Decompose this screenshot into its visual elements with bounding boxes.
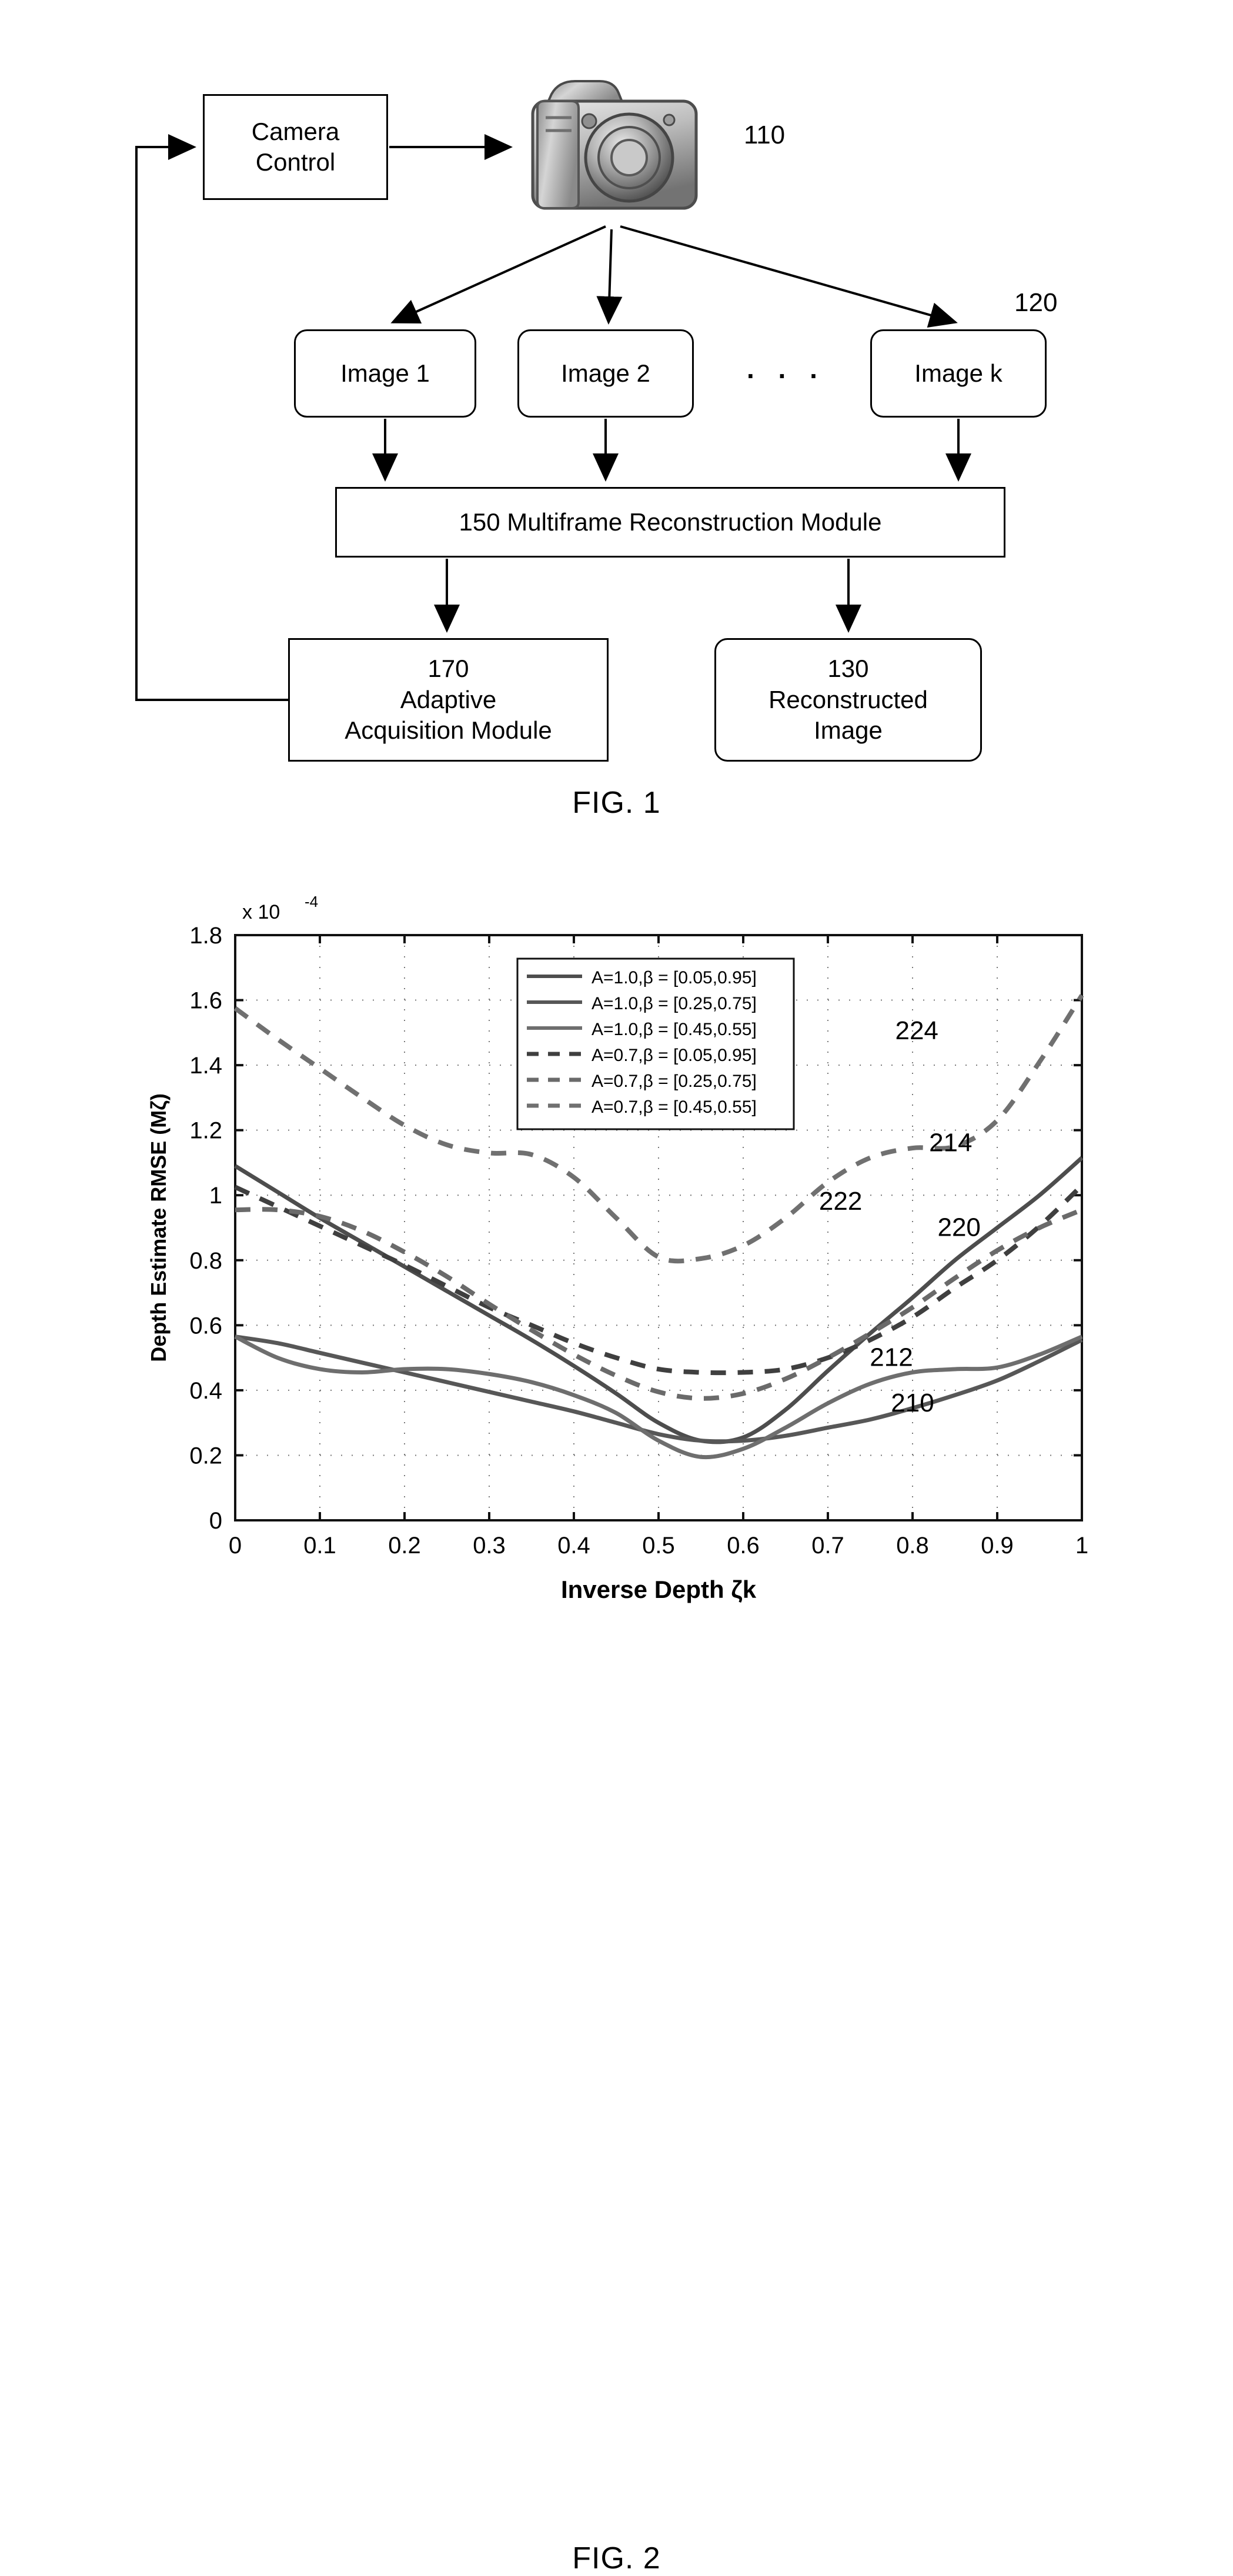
x-axis-tick-label: 0	[229, 1533, 242, 1559]
x-axis-tick-label: 0.4	[557, 1533, 590, 1559]
y-axis-tick-label: 0	[209, 1508, 222, 1534]
curve-annotation-222: 222	[819, 1187, 862, 1216]
y-axis-tick-label: 1.2	[189, 1118, 222, 1144]
camera-icon	[531, 80, 698, 210]
x-axis-tick-label: 0.9	[981, 1533, 1014, 1559]
curve-annotation-220: 220	[937, 1213, 980, 1242]
chart-legend: A=1.0,β = [0.05,0.95] A=1.0,β = [0.25,0.7…	[516, 957, 795, 1130]
node-adaptive-acquisition-module: 170 Adaptive Acquisition Module	[288, 638, 609, 762]
y-axis-tick-label: 1.4	[189, 1053, 222, 1079]
legend-label-210: A=1.0,β = [0.25,0.75]	[592, 994, 757, 1013]
camera-control-line1: Camera	[251, 117, 340, 145]
curve-annotation-212: 212	[870, 1343, 913, 1372]
legend-label-224: A=0.7,β = [0.45,0.55]	[592, 1097, 757, 1117]
node-image-2: Image 2	[517, 329, 694, 418]
figure-2: 0 0.1 0.2 0.3 0.4 0.5 0.6 0.7 0.8 0.9 1 0 0.2 0.4 0.6 0…	[0, 870, 1233, 2575]
x-axis-title: Inverse Depth ζk	[561, 1576, 757, 1603]
legend-label-212: A=1.0,β = [0.45,0.55]	[592, 1020, 757, 1039]
x-axis-tick-label: 0.3	[473, 1533, 506, 1559]
curve-annotation-210: 210	[891, 1389, 934, 1417]
reference-numeral-110: 110	[744, 121, 786, 149]
reconstructed-line2: Reconstructed	[768, 685, 928, 713]
x-axis-tick-label: 0.8	[896, 1533, 929, 1559]
adaptive-line3: Acquisition Module	[345, 716, 552, 745]
y-axis-tick-label: 0.2	[189, 1443, 222, 1469]
recon-module-label: 150 Multiframe Reconstruction Module	[459, 508, 882, 536]
y-axis-tick-label: 0.6	[189, 1313, 222, 1339]
legend-label-220: A=0.7,β = [0.05,0.95]	[592, 1046, 757, 1065]
adaptive-line2: Adaptive	[400, 685, 497, 713]
patent-figure-page: Camera Control 110 120 Image 1 Image 2 .…	[0, 0, 1233, 2575]
node-image-1: Image 1	[294, 329, 476, 418]
node-reconstructed-image: 130 Reconstructed Image	[714, 638, 982, 762]
y-axis-tick-label: 1.8	[189, 923, 222, 949]
x-axis-tick-label: 1	[1075, 1533, 1088, 1559]
node-camera-control: Camera Control	[203, 94, 388, 200]
curve-annotation-214: 214	[929, 1129, 972, 1157]
reconstructed-line1: 130	[827, 655, 869, 683]
reconstructed-line3: Image	[814, 716, 883, 745]
figure-1: Camera Control 110 120 Image 1 Image 2 .…	[0, 0, 1233, 859]
x-axis-tick-label: 0.5	[642, 1533, 675, 1559]
legend-label-222: A=0.7,β = [0.25,0.75]	[592, 1072, 757, 1091]
node-multiframe-reconstruction-module: 150 Multiframe Reconstruction Module	[335, 487, 1005, 558]
y-axis-title: Depth Estimate RMSE (Mζ)	[146, 1093, 171, 1362]
axis-exponent-label: x 10	[242, 901, 280, 923]
node-image-k: Image k	[870, 329, 1047, 418]
figure-2-caption: FIG. 2	[572, 2541, 661, 2575]
image-1-label: Image 1	[340, 359, 430, 387]
y-axis-tick-label: 0.8	[189, 1248, 222, 1274]
x-axis-tick-label: 0.1	[303, 1533, 336, 1559]
camera-control-line2: Control	[255, 148, 336, 176]
y-axis-tick-label: 1	[209, 1183, 222, 1209]
depth-estimate-rmse-chart: 0 0.1 0.2 0.3 0.4 0.5 0.6 0.7 0.8 0.9 1 0 0.2 0.4 0.6 0…	[146, 893, 1088, 1603]
image-2-label: Image 2	[561, 359, 650, 387]
image-k-label: Image k	[914, 359, 1003, 387]
y-axis-tick-label: 1.6	[189, 988, 222, 1014]
images-ellipsis: . . .	[747, 353, 826, 384]
adaptive-line1: 170	[427, 655, 469, 683]
x-axis-tick-label: 0.6	[727, 1533, 760, 1559]
legend-label-214: A=1.0,β = [0.05,0.95]	[592, 968, 757, 987]
figure-1-caption: FIG. 1	[572, 786, 661, 820]
x-axis-tick-label: 0.2	[388, 1533, 421, 1559]
series-line-210	[235, 1334, 1083, 1444]
x-axis-tick-label: 0.7	[811, 1533, 844, 1559]
reference-numeral-120: 120	[1014, 288, 1058, 317]
axis-exponent-value: -4	[305, 893, 318, 910]
y-axis-tick-label: 0.4	[189, 1378, 222, 1404]
curve-annotation-224: 224	[895, 1016, 938, 1045]
